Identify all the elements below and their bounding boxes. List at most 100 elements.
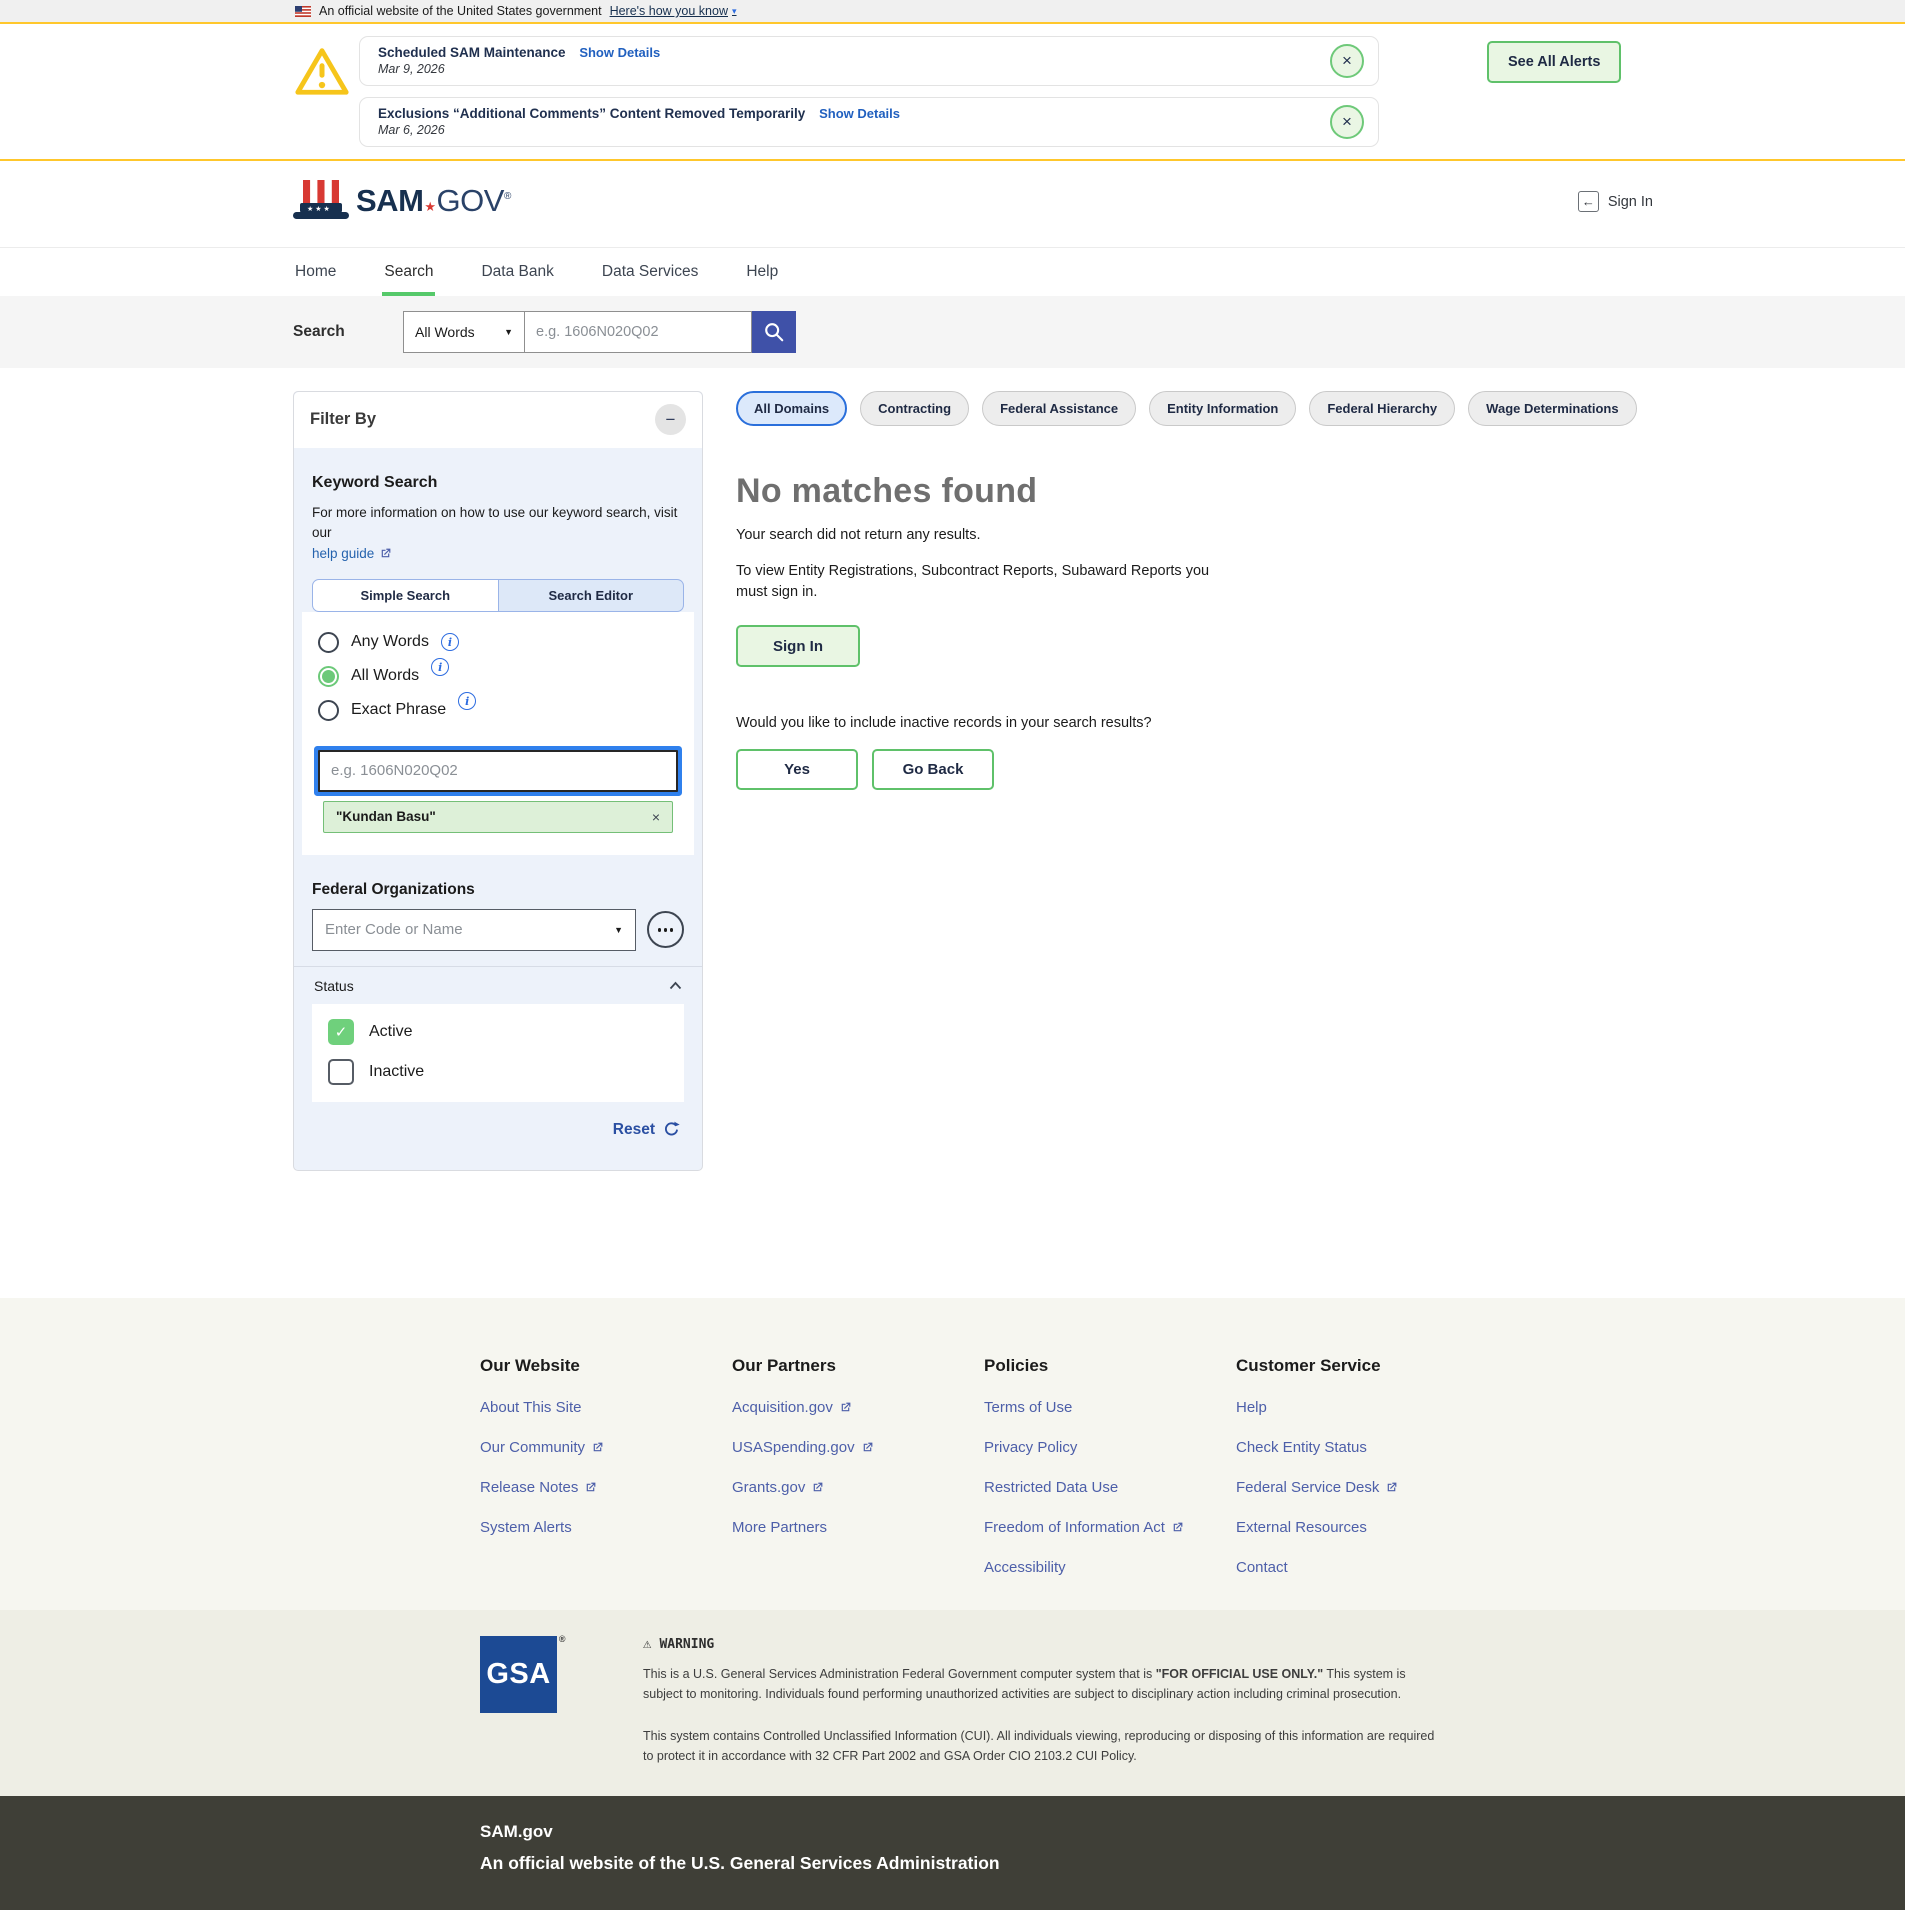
question-buttons: Yes Go Back	[736, 749, 1716, 790]
content-area: Filter By − Keyword Search For more info…	[0, 368, 1905, 1298]
domain-tab-wage-determinations[interactable]: Wage Determinations	[1468, 391, 1636, 426]
footer-link-privacy-policy[interactable]: Privacy Policy	[984, 1439, 1236, 1456]
close-icon[interactable]: ×	[1330, 44, 1364, 78]
gsa-logo: GSA ®	[480, 1636, 557, 1713]
footer-link-restricted-data-use[interactable]: Restricted Data Use	[984, 1479, 1236, 1496]
radio-row-any-words: Any Words i	[318, 632, 678, 653]
federal-organizations-select[interactable]: Enter Code or Name ▼	[312, 909, 636, 951]
uncle-sam-hat-icon: ★ ★ ★	[293, 178, 349, 224]
footer-col-title: Our Website	[480, 1356, 732, 1376]
federal-organizations-row: Enter Code or Name ▼	[312, 909, 684, 951]
search-button[interactable]	[752, 311, 796, 353]
search-mode-select[interactable]: All Words ▼	[403, 311, 525, 353]
footer-link-our-community[interactable]: Our Community	[480, 1439, 732, 1456]
header-sign-in-link[interactable]: ← Sign In	[1578, 191, 1653, 212]
sam-gov-logo[interactable]: ★ ★ ★ SAM★GOV®	[293, 178, 1905, 224]
collapse-filters-button[interactable]: −	[655, 404, 686, 435]
main-nav: Home Search Data Bank Data Services Help	[0, 247, 1905, 296]
footer-col-our-website: Our Website About This Site Our Communit…	[480, 1356, 732, 1576]
external-link-icon	[591, 1441, 604, 1454]
no-matches-heading: No matches found	[736, 472, 1716, 511]
checkbox-active[interactable]: ✓	[328, 1019, 354, 1045]
gov-banner: An official website of the United States…	[0, 0, 1905, 24]
gov-banner-text: An official website of the United States…	[319, 4, 602, 18]
footer-link-foia[interactable]: Freedom of Information Act	[984, 1519, 1236, 1536]
tab-search-editor[interactable]: Search Editor	[499, 579, 685, 612]
sign-in-button[interactable]: Sign In	[736, 625, 860, 667]
radio-all-words[interactable]	[318, 666, 339, 687]
domain-tab-contracting[interactable]: Contracting	[860, 391, 969, 426]
nav-item-home[interactable]: Home	[293, 248, 338, 296]
svg-text:★ ★ ★: ★ ★ ★	[307, 205, 330, 213]
external-link-icon	[1171, 1521, 1184, 1534]
info-icon[interactable]: i	[441, 633, 459, 651]
footer-link-help[interactable]: Help	[1236, 1399, 1488, 1416]
radio-exact-phrase[interactable]	[318, 700, 339, 721]
alert-card-exclusions: Exclusions “Additional Comments” Content…	[359, 97, 1379, 147]
chip-close-icon[interactable]: ×	[652, 809, 660, 825]
footer-link-about-this-site[interactable]: About This Site	[480, 1399, 732, 1416]
global-search-input[interactable]	[525, 311, 752, 353]
filter-panel-header: Filter By −	[294, 392, 702, 448]
radio-row-all-words: All Words i	[318, 666, 678, 687]
domain-tab-federal-assistance[interactable]: Federal Assistance	[982, 391, 1136, 426]
alert-date: Mar 9, 2026	[378, 62, 1314, 76]
see-all-alerts-button[interactable]: See All Alerts	[1487, 41, 1621, 83]
show-details-link[interactable]: Show Details	[819, 106, 900, 121]
more-options-button[interactable]	[647, 911, 684, 948]
how-you-know-link[interactable]: Here's how you know ▾	[610, 4, 737, 18]
radio-any-words[interactable]	[318, 632, 339, 653]
refresh-icon	[663, 1121, 680, 1138]
sign-in-message: To view Entity Registrations, Subcontrac…	[736, 561, 1241, 603]
nav-item-data-bank[interactable]: Data Bank	[479, 248, 555, 296]
footer-col-title: Customer Service	[1236, 1356, 1488, 1376]
status-header[interactable]: Status	[312, 978, 684, 994]
footer-link-grants-gov[interactable]: Grants.gov	[732, 1479, 984, 1496]
footer-link-federal-service-desk[interactable]: Federal Service Desk	[1236, 1479, 1488, 1496]
include-inactive-question: Would you like to include inactive recor…	[736, 715, 1716, 731]
footer-tagline: An official website of the U.S. General …	[480, 1853, 1905, 1874]
footer-link-more-partners[interactable]: More Partners	[732, 1519, 984, 1536]
domain-tab-entity-information[interactable]: Entity Information	[1149, 391, 1296, 426]
external-link-icon	[1385, 1481, 1398, 1494]
info-icon[interactable]: i	[431, 658, 449, 676]
footer-link-contact[interactable]: Contact	[1236, 1559, 1488, 1576]
filter-by-title: Filter By	[310, 410, 376, 429]
nav-item-search[interactable]: Search	[382, 248, 435, 296]
footer-link-external-resources[interactable]: External Resources	[1236, 1519, 1488, 1536]
warning-paragraph-1: This is a U.S. General Services Administ…	[643, 1664, 1443, 1704]
tab-simple-search[interactable]: Simple Search	[312, 579, 499, 612]
footer-link-acquisition-gov[interactable]: Acquisition.gov	[732, 1399, 984, 1416]
nav-item-data-services[interactable]: Data Services	[600, 248, 700, 296]
reset-filters[interactable]: Reset	[312, 1102, 684, 1156]
checkbox-inactive[interactable]	[328, 1059, 354, 1085]
alert-title: Scheduled SAM Maintenance	[378, 45, 566, 60]
footer-link-release-notes[interactable]: Release Notes	[480, 1479, 732, 1496]
external-link-icon	[379, 547, 392, 560]
panel-divider	[294, 966, 702, 967]
footer-col-customer-service: Customer Service Help Check Entity Statu…	[1236, 1356, 1488, 1576]
alert-date: Mar 6, 2026	[378, 123, 1314, 137]
alert-list: Scheduled SAM Maintenance Show Details M…	[359, 36, 1379, 147]
show-details-link[interactable]: Show Details	[579, 45, 660, 60]
filter-panel: Filter By − Keyword Search For more info…	[293, 391, 703, 1171]
domain-tab-federal-hierarchy[interactable]: Federal Hierarchy	[1309, 391, 1455, 426]
gsa-warning-band: GSA ® ⚠ WARNING This is a U.S. General S…	[0, 1610, 1905, 1796]
yes-button[interactable]: Yes	[736, 749, 858, 790]
footer-link-accessibility[interactable]: Accessibility	[984, 1559, 1236, 1576]
footer-link-check-entity-status[interactable]: Check Entity Status	[1236, 1439, 1488, 1456]
logo-gov-text: GOV	[437, 183, 504, 219]
footer-link-system-alerts[interactable]: System Alerts	[480, 1519, 732, 1536]
go-back-button[interactable]: Go Back	[872, 749, 994, 790]
footer-link-terms-of-use[interactable]: Terms of Use	[984, 1399, 1236, 1416]
close-icon[interactable]: ×	[1330, 105, 1364, 139]
keyword-search-input[interactable]	[318, 750, 678, 792]
simple-search-panel: Any Words i All Words i Exact Phrase i "…	[302, 612, 694, 855]
help-guide-link[interactable]: help guide	[312, 544, 392, 564]
footer-link-usaspending-gov[interactable]: USASpending.gov	[732, 1439, 984, 1456]
domain-tab-all-domains[interactable]: All Domains	[736, 391, 847, 426]
status-options: ✓ Active Inactive	[312, 1004, 684, 1102]
caret-down-icon: ▼	[614, 925, 623, 935]
info-icon[interactable]: i	[458, 692, 476, 710]
nav-item-help[interactable]: Help	[744, 248, 780, 296]
